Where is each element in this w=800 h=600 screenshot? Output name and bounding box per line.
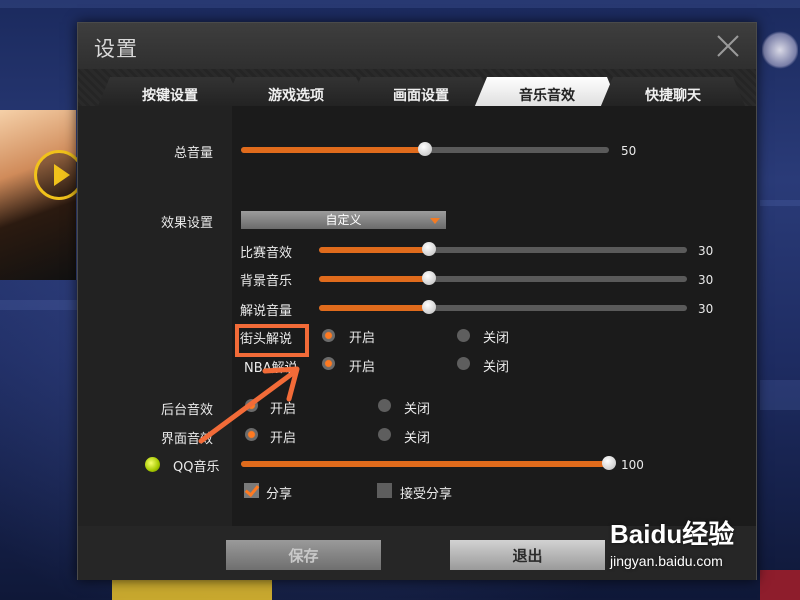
qq-music-value: 100 [621,458,644,472]
commentary-volume-slider[interactable] [319,300,687,314]
commentary-volume-label: 解说音量 [240,304,293,319]
accept-share-label: 接受分享 [400,487,453,502]
caret-down-icon [430,218,440,224]
slider-knob[interactable] [422,300,437,314]
highlight-box [235,324,309,357]
background-sfx-off-label: 关闭 [404,402,431,417]
close-icon [717,35,739,57]
effect-setting-dropdown[interactable]: 自定义 [241,211,446,229]
street-commentary-on-label: 开启 [349,331,376,346]
slider-knob[interactable] [602,456,616,470]
nba-commentary-on-radio[interactable] [322,357,335,370]
bgm-label: 背景音乐 [240,274,293,289]
baidu-watermark: Baidu经验 jingyan.baidu.com [610,514,734,569]
nba-commentary-on-label: 开启 [349,360,376,375]
background-decoration [760,570,800,600]
slider-knob[interactable] [422,242,437,256]
master-volume-slider[interactable] [241,142,609,156]
bgm-slider[interactable] [319,271,687,285]
commentary-volume-value: 30 [698,302,714,316]
exit-button[interactable]: 退出 [450,540,605,570]
master-volume-label: 总音量 [174,146,214,161]
match-sfx-label: 比赛音效 [240,246,293,261]
match-sfx-slider[interactable] [319,242,687,256]
nba-commentary-off-radio[interactable] [457,357,470,370]
watermark-brand: Baidu经验 [610,519,735,549]
background-emblem-icon [762,30,798,70]
slider-knob[interactable] [422,271,437,285]
master-volume-value: 50 [621,144,637,158]
ui-sfx-off-label: 关闭 [404,431,431,446]
close-button[interactable] [714,32,742,60]
qq-music-icon [145,457,160,472]
ui-sfx-off-radio[interactable] [378,428,391,441]
slider-knob[interactable] [418,142,432,156]
dialog-title: 设置 [94,37,138,61]
qq-music-label: QQ音乐 [173,460,220,475]
effect-setting-value: 自定义 [325,213,362,227]
qq-music-slider[interactable] [241,456,616,470]
background-sfx-off-radio[interactable] [378,399,391,412]
settings-dialog: 设置 按键设置 游戏选项 画面设置 音乐音效 快捷聊天 总音量 50 效果设置 … [77,22,757,580]
accept-share-checkbox[interactable] [377,483,392,498]
watermark-url: jingyan.baidu.com [610,553,723,569]
dialog-titlebar: 设置 [78,23,756,69]
share-checkbox[interactable] [244,483,259,498]
settings-content: 总音量 50 效果设置 自定义 比赛音效 30 背景音乐 30 解说音量 30 … [78,106,756,526]
street-commentary-off-label: 关闭 [483,331,510,346]
match-sfx-value: 30 [698,244,714,258]
street-commentary-on-radio[interactable] [322,329,335,342]
nba-commentary-off-label: 关闭 [483,360,510,375]
share-label: 分享 [266,487,293,502]
effect-setting-label: 效果设置 [161,216,214,231]
street-commentary-off-radio[interactable] [457,329,470,342]
save-button[interactable]: 保存 [226,540,381,570]
background-banner [112,580,272,600]
bgm-value: 30 [698,273,714,287]
annotation-arrow-icon [198,366,300,444]
